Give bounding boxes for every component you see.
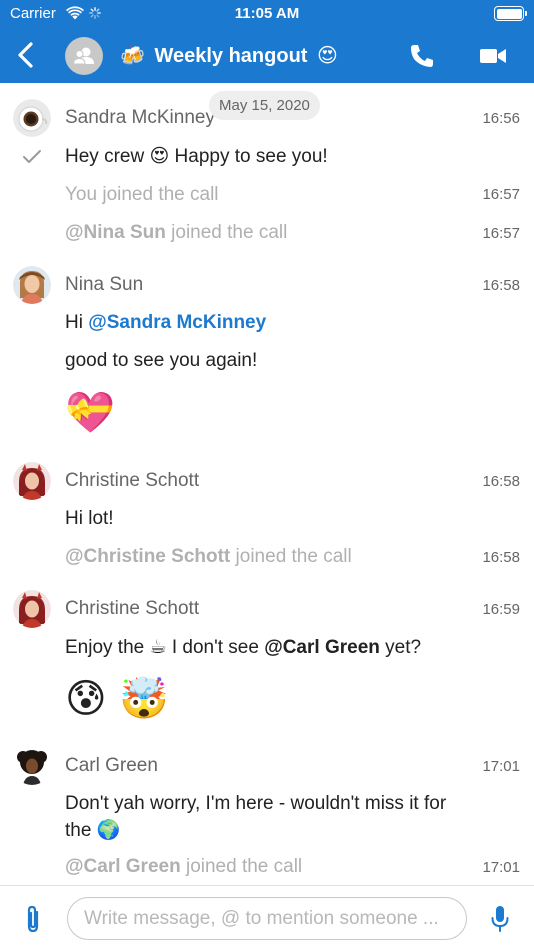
sender-name: Carl Green xyxy=(65,755,158,776)
message-timestamp: 16:58 xyxy=(482,473,520,490)
mention: @Nina Sun xyxy=(65,222,166,243)
message-text: Don't yah worry, I'm here - wouldn't mis… xyxy=(65,793,447,814)
message-timestamp: 16:58 xyxy=(482,277,520,294)
message-composer xyxy=(0,885,534,950)
message-text: Hi lot! xyxy=(65,508,114,529)
mention: @Sandra McKinney xyxy=(88,312,267,333)
chat-title[interactable]: 🍻 Weekly hangout 😍 xyxy=(120,43,338,68)
message-text-continued: the 🌍 xyxy=(65,819,121,841)
avatar-sandra-mckinney[interactable] xyxy=(13,99,51,137)
message-text: Enjoy the ☕ I don't see @Carl Green yet? xyxy=(65,636,422,658)
message-list[interactable]: Sandra McKinney 16:56 May 15, 2020 Hey c… xyxy=(0,83,534,885)
heart-ribbon-emoji: 💝 xyxy=(65,390,115,436)
message-text: Hey crew 😍 Happy to see you! xyxy=(65,145,328,167)
avatar-christine-schott[interactable] xyxy=(13,590,51,628)
mention: @Christine Schott xyxy=(65,546,231,567)
microphone-icon[interactable] xyxy=(489,904,511,934)
avatar-nina-sun[interactable] xyxy=(13,266,51,304)
status-bar: Carrier 11:05 AM xyxy=(0,0,534,28)
group-avatar-icon[interactable] xyxy=(65,37,103,75)
system-message: @Christine Schott joined the call xyxy=(65,546,352,567)
battery-icon xyxy=(494,6,527,21)
sender-name: Christine Schott xyxy=(65,598,200,619)
paperclip-icon[interactable] xyxy=(22,904,44,934)
coffee-emoji: ☕ xyxy=(149,636,167,658)
chat-header: 🍻 Weekly hangout 😍 xyxy=(0,28,534,83)
sender-name: Sandra McKinney xyxy=(65,107,215,128)
message-timestamp: 16:58 xyxy=(482,549,520,566)
phone-icon[interactable] xyxy=(408,42,436,70)
message-timestamp: 16:59 xyxy=(482,601,520,618)
message-timestamp: 16:57 xyxy=(482,186,520,203)
message-timestamp: 17:01 xyxy=(482,859,520,876)
date-separator: May 15, 2020 xyxy=(209,91,320,120)
system-message: @Carl Green joined the call xyxy=(65,856,303,877)
globe-emoji: 🌍 xyxy=(96,819,121,841)
sender-name: Christine Schott xyxy=(65,470,200,491)
message-timestamp: 16:57 xyxy=(482,225,520,242)
message-input[interactable] xyxy=(67,897,467,940)
heart-eyes-emoji: 😍 xyxy=(149,145,170,167)
title-suffix-emoji: 😍 xyxy=(317,43,338,67)
chat-title-text: Weekly hangout xyxy=(154,45,308,67)
back-chevron-icon[interactable] xyxy=(12,40,40,70)
system-message: @Nina Sun joined the call xyxy=(65,222,288,243)
avatar-christine-schott[interactable] xyxy=(13,462,51,500)
message-text: good to see you again! xyxy=(65,350,258,371)
message-text: Hi @Sandra McKinney xyxy=(65,312,267,333)
system-message: You joined the call xyxy=(65,184,219,205)
read-check-icon xyxy=(23,150,41,163)
title-prefix-emoji: 🍻 xyxy=(120,43,145,67)
mention: @Carl Green xyxy=(65,856,181,877)
anxious-exploding-head-emoji: 😰 🤯 xyxy=(65,676,170,722)
mention: @Carl Green xyxy=(264,637,380,658)
message-timestamp: 16:56 xyxy=(482,110,520,127)
clock: 11:05 AM xyxy=(234,5,300,22)
avatar-carl-green[interactable] xyxy=(13,747,51,785)
sender-name: Nina Sun xyxy=(65,274,144,295)
video-camera-icon[interactable] xyxy=(479,45,507,67)
message-timestamp: 17:01 xyxy=(482,758,520,775)
